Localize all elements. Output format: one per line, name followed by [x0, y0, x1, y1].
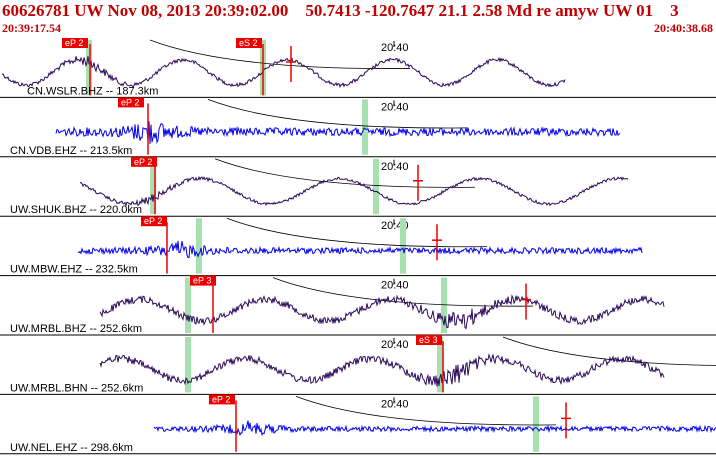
- pick-window: [185, 277, 191, 333]
- channel-label: CN.WSLR.BHZ -- 187.3km: [27, 85, 158, 97]
- time-tick-label: 20:40: [381, 280, 409, 292]
- pick-window: [196, 218, 202, 274]
- time-tick-label: 20:40: [381, 161, 409, 173]
- waveform-trace[interactable]: [153, 420, 716, 437]
- travel-time-curve: [207, 99, 469, 129]
- channel-label: CN.VDB.EHZ -- 213.5km: [10, 145, 132, 157]
- pick-window: [437, 337, 443, 393]
- pick-window: [373, 158, 379, 215]
- time-tick-label: 20:40: [381, 42, 409, 54]
- pick-label: eP 2: [212, 394, 230, 404]
- pick-label: eP 2: [144, 216, 162, 226]
- time-tick-label: 20:40: [381, 101, 409, 113]
- travel-time-curve: [214, 158, 476, 188]
- travel-time-curve: [295, 396, 557, 426]
- channel-label: UW.MBW.EHZ -- 232.5km: [10, 264, 138, 276]
- waveform-trace[interactable]: [99, 353, 665, 387]
- channel-label: UW.MRBL.BHN -- 252.6km: [10, 382, 143, 394]
- seismogram-panel[interactable]: 20:40 eP 2 eS 2 CN.WSLR.BHZ -- 187.3km 20:40…: [0, 0, 716, 458]
- pick-label: eP 2: [65, 38, 83, 48]
- pick-window: [533, 396, 539, 452]
- pick-window: [185, 337, 191, 393]
- channel-label: UW.MRBL.BHZ -- 252.6km: [10, 323, 142, 335]
- pick-window: [362, 99, 368, 155]
- pick-label: eS 3: [419, 335, 438, 345]
- waveform-trace[interactable]: [79, 175, 629, 207]
- channel-label: UW.SHUK.BHZ -- 220.0km: [10, 204, 142, 216]
- travel-time-curve: [149, 39, 411, 69]
- pick-label: eP 2: [121, 97, 139, 107]
- channel-label: UW.NEL.EHZ -- 298.6km: [10, 442, 133, 454]
- time-tick-label: 20:40: [381, 339, 409, 351]
- pick-label: eS 2: [239, 38, 258, 48]
- pick-label: eP 3: [193, 276, 211, 286]
- pick-label: eP 2: [134, 157, 152, 167]
- waveform-trace[interactable]: [55, 121, 621, 145]
- time-tick-label: 20:40: [381, 398, 409, 410]
- travel-time-curve: [226, 217, 488, 248]
